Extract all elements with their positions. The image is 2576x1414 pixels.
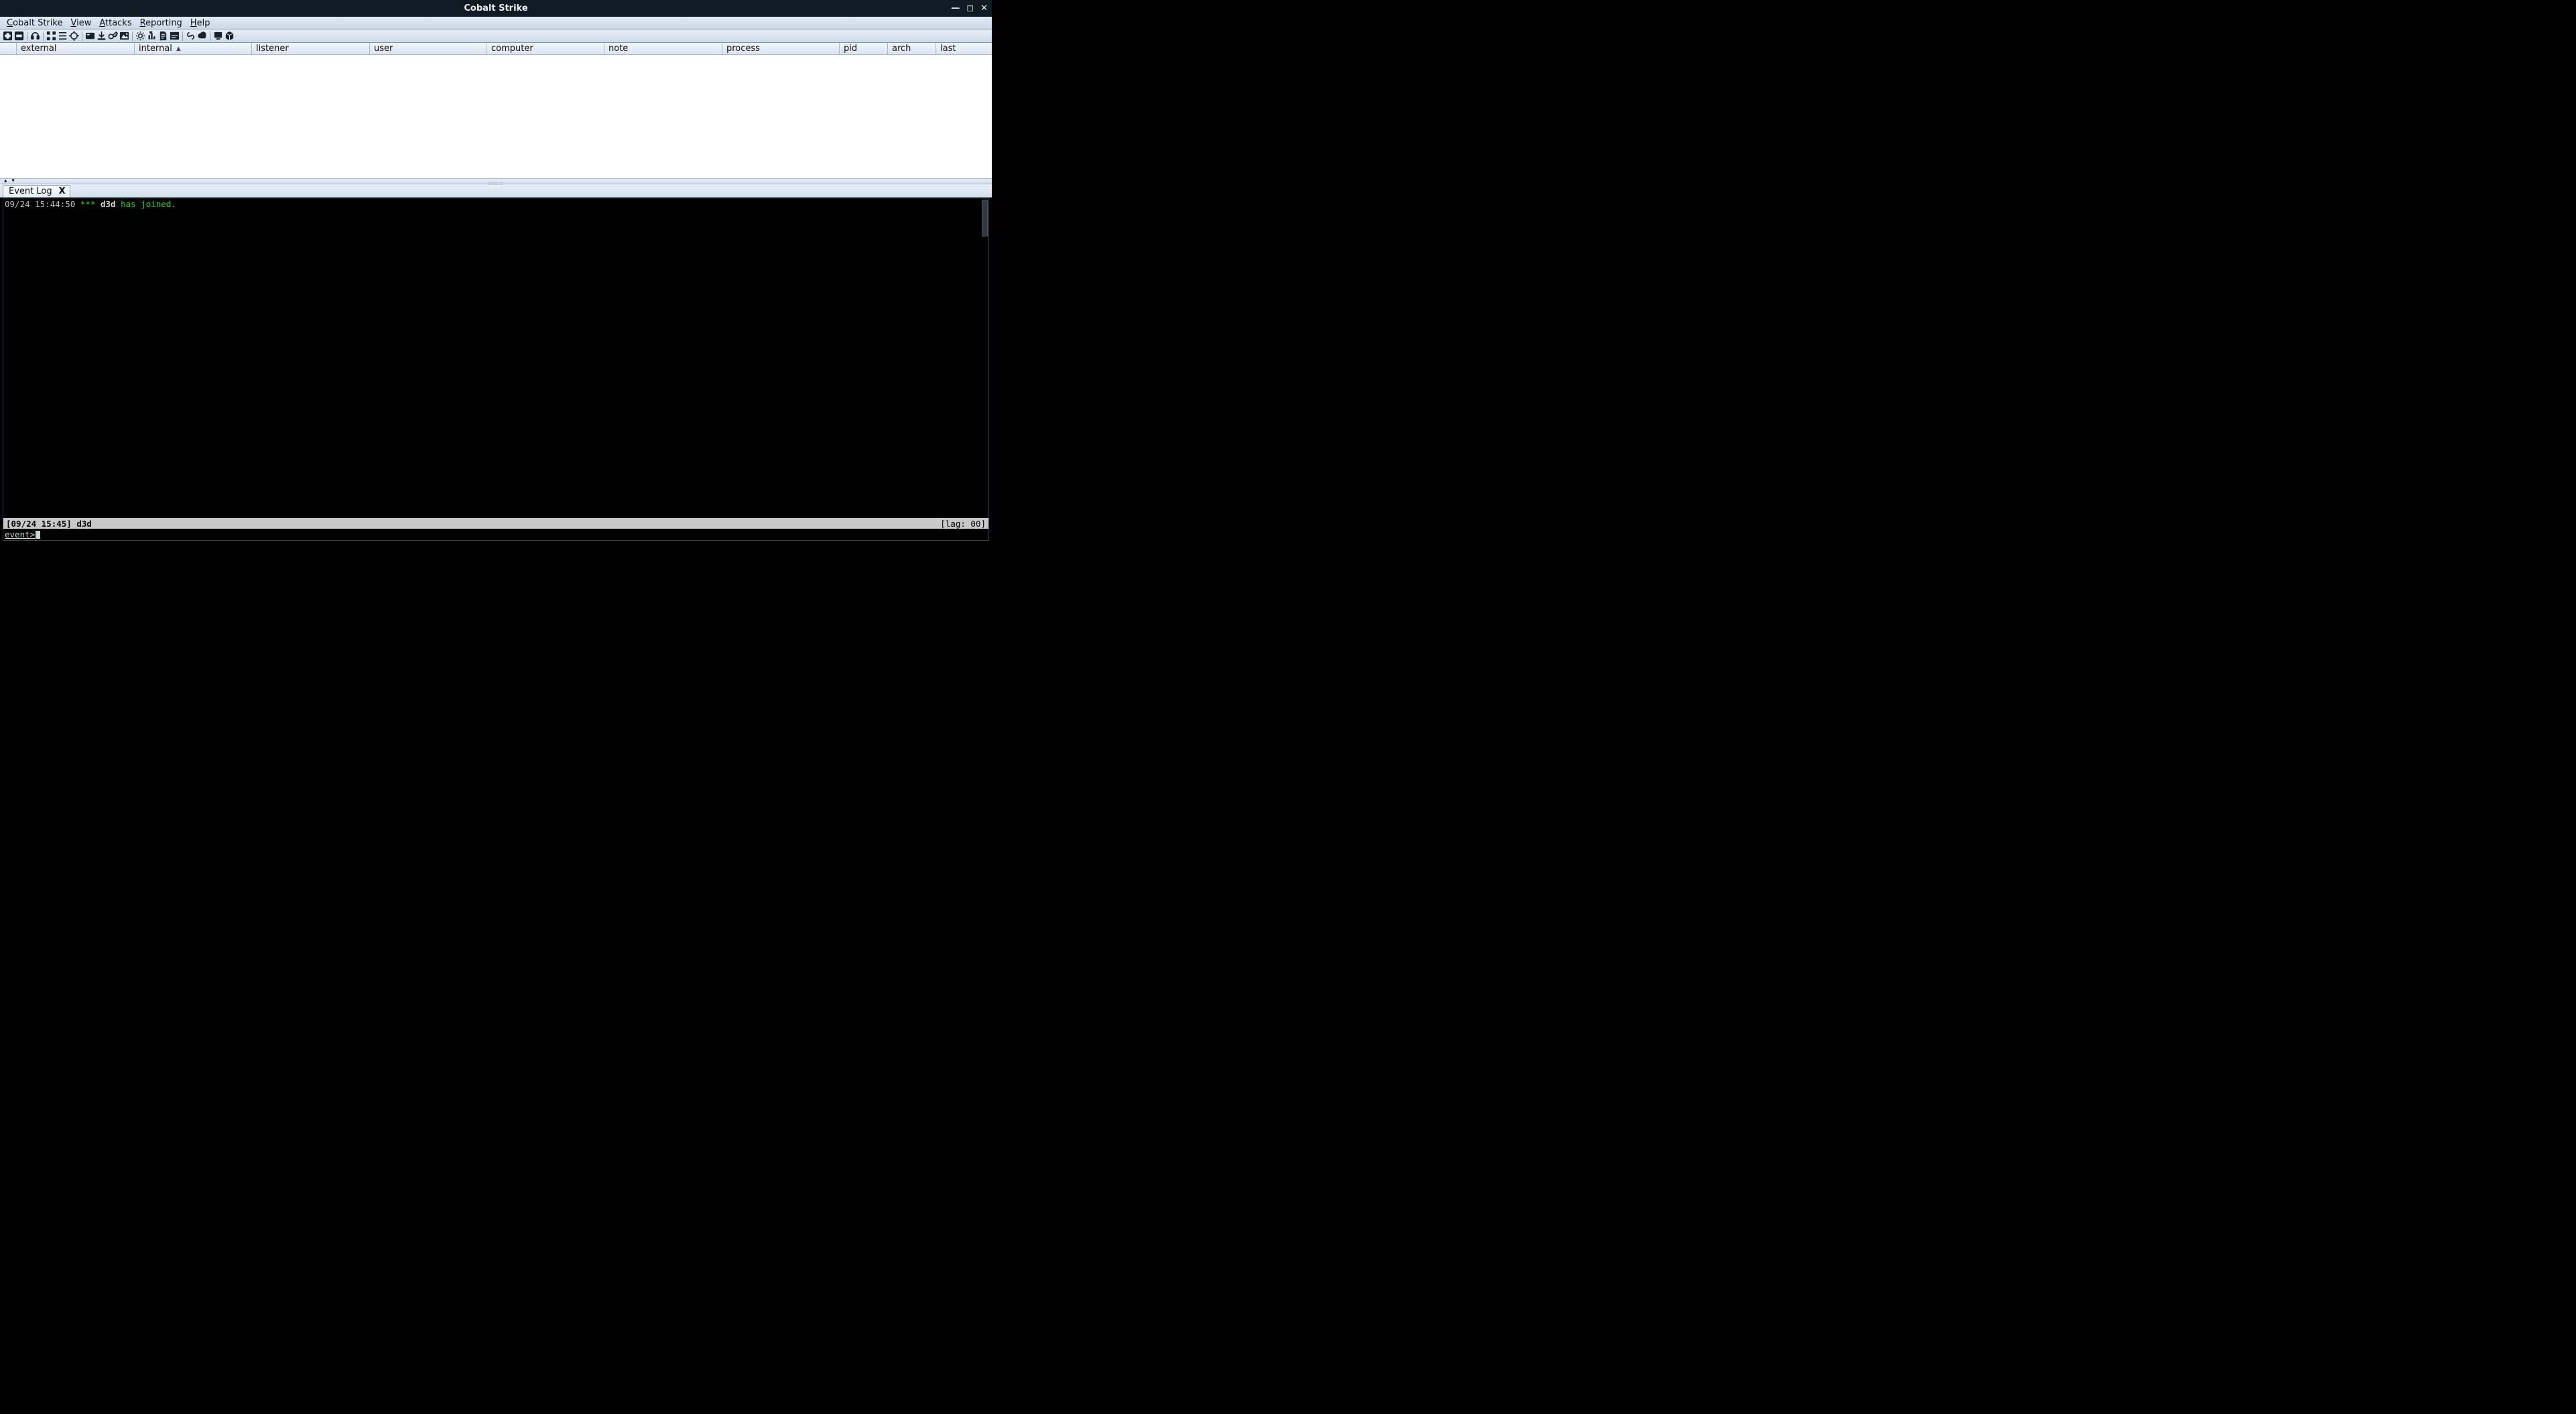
toolbar-cloud-icon[interactable] (196, 30, 208, 42)
log-stars: *** (80, 199, 96, 209)
toolbar-applet-icon[interactable] (212, 30, 224, 42)
col-external[interactable]: external (17, 43, 135, 54)
toolbar-downloads-icon[interactable] (96, 30, 107, 42)
toolbar-connect-icon[interactable] (2, 30, 13, 42)
tab-event-log[interactable]: Event Log X (3, 185, 70, 197)
col-arch-label: arch (892, 44, 911, 54)
toolbar-script-manager-icon[interactable] (135, 30, 146, 42)
session-table-header: external internal ▲ listener user compute… (0, 43, 992, 55)
col-process[interactable]: process (722, 43, 840, 54)
splitter-grip-icon: :::::: (489, 180, 503, 186)
menu-bar: Cobalt Strike View Attacks Reporting Hel… (0, 17, 992, 29)
toolbar-web-log-icon[interactable] (185, 30, 196, 42)
tab-label: Event Log (9, 186, 52, 196)
tab-strip: Event Log X (0, 184, 992, 198)
status-timestamp: [09/24 15:45] (6, 519, 72, 529)
toolbar-web-drive-by-icon[interactable] (146, 30, 157, 42)
menu-attacks[interactable]: Attacks (95, 18, 135, 28)
window-title: Cobalt Strike (0, 3, 992, 13)
splitter-arrows-icon: ▴ ▾ (4, 178, 16, 184)
menu-help[interactable]: Help (186, 18, 214, 28)
sort-asc-icon: ▲ (176, 46, 181, 52)
tab-close-button[interactable]: X (59, 186, 66, 196)
menu-reporting[interactable]: Reporting (136, 18, 186, 28)
log-timestamp: 09/24 15:44:50 (5, 199, 75, 209)
col-computer[interactable]: computer (487, 43, 604, 54)
toolbar-target-table-icon[interactable] (68, 30, 80, 42)
col-pid[interactable]: pid (840, 43, 888, 54)
menu-cobalt-strike[interactable]: Cobalt Strike (3, 18, 66, 28)
toolbar-disconnect-icon[interactable] (13, 30, 25, 42)
window-minimize-button[interactable]: — (951, 3, 960, 13)
horizontal-splitter[interactable]: ▴ ▾ :::::: (0, 178, 992, 184)
window-titlebar[interactable]: Cobalt Strike — ◻ ✕ (0, 0, 992, 17)
session-table-body[interactable] (0, 55, 992, 178)
toolbar-package-icon[interactable] (224, 30, 235, 42)
console-output[interactable]: 09/24 15:44:50 *** d3d has joined. (3, 198, 988, 518)
col-arch[interactable]: arch (888, 43, 936, 54)
console-prompt: event> (5, 529, 35, 539)
toolbar-keystrokes-icon[interactable] (107, 30, 119, 42)
toolbar-clone-site-icon[interactable] (169, 30, 180, 42)
console-scrollbar-thumb[interactable] (982, 200, 988, 237)
toolbar-host-file-icon[interactable] (157, 30, 169, 42)
col-user-label: user (374, 44, 393, 54)
col-pid-label: pid (844, 44, 857, 54)
console-status-bar: [09/24 15:45] d3d [lag: 00] (3, 518, 988, 529)
log-action: has joined. (121, 199, 176, 209)
col-listener[interactable]: listener (252, 43, 370, 54)
col-note-label: note (608, 44, 628, 54)
toolbar-session-table-icon[interactable] (57, 30, 68, 42)
event-log-console: 09/24 15:44:50 *** d3d has joined. [09/2… (3, 198, 989, 541)
log-nick: d3d (101, 199, 116, 209)
col-user[interactable]: user (370, 43, 487, 54)
col-icon[interactable] (0, 43, 17, 54)
col-computer-label: computer (491, 44, 533, 54)
col-external-label: external (21, 44, 57, 54)
console-caret-icon (36, 531, 40, 539)
toolbar-screenshots-icon[interactable] (119, 30, 130, 42)
toolbar-listeners-icon[interactable] (29, 30, 41, 42)
col-last[interactable]: last (936, 43, 992, 54)
col-last-label: last (940, 44, 956, 54)
window-close-button[interactable]: ✕ (980, 3, 988, 13)
col-note[interactable]: note (604, 43, 722, 54)
session-table: external internal ▲ listener user compute… (0, 43, 992, 178)
menu-view[interactable]: View (66, 18, 95, 28)
toolbar-pivot-graph-icon[interactable] (46, 30, 57, 42)
col-process-label: process (726, 44, 760, 54)
status-left: [09/24 15:45] d3d (6, 519, 92, 529)
toolbar (0, 29, 992, 43)
console-input[interactable]: event> (3, 529, 988, 540)
col-internal[interactable]: internal ▲ (135, 43, 252, 54)
status-lag: [lag: 00] (940, 519, 986, 529)
toolbar-credentials-icon[interactable] (84, 30, 96, 42)
window-maximize-button[interactable]: ◻ (966, 3, 974, 13)
status-nick: d3d (76, 519, 92, 529)
col-listener-label: listener (256, 44, 289, 54)
col-internal-label: internal (139, 44, 172, 54)
